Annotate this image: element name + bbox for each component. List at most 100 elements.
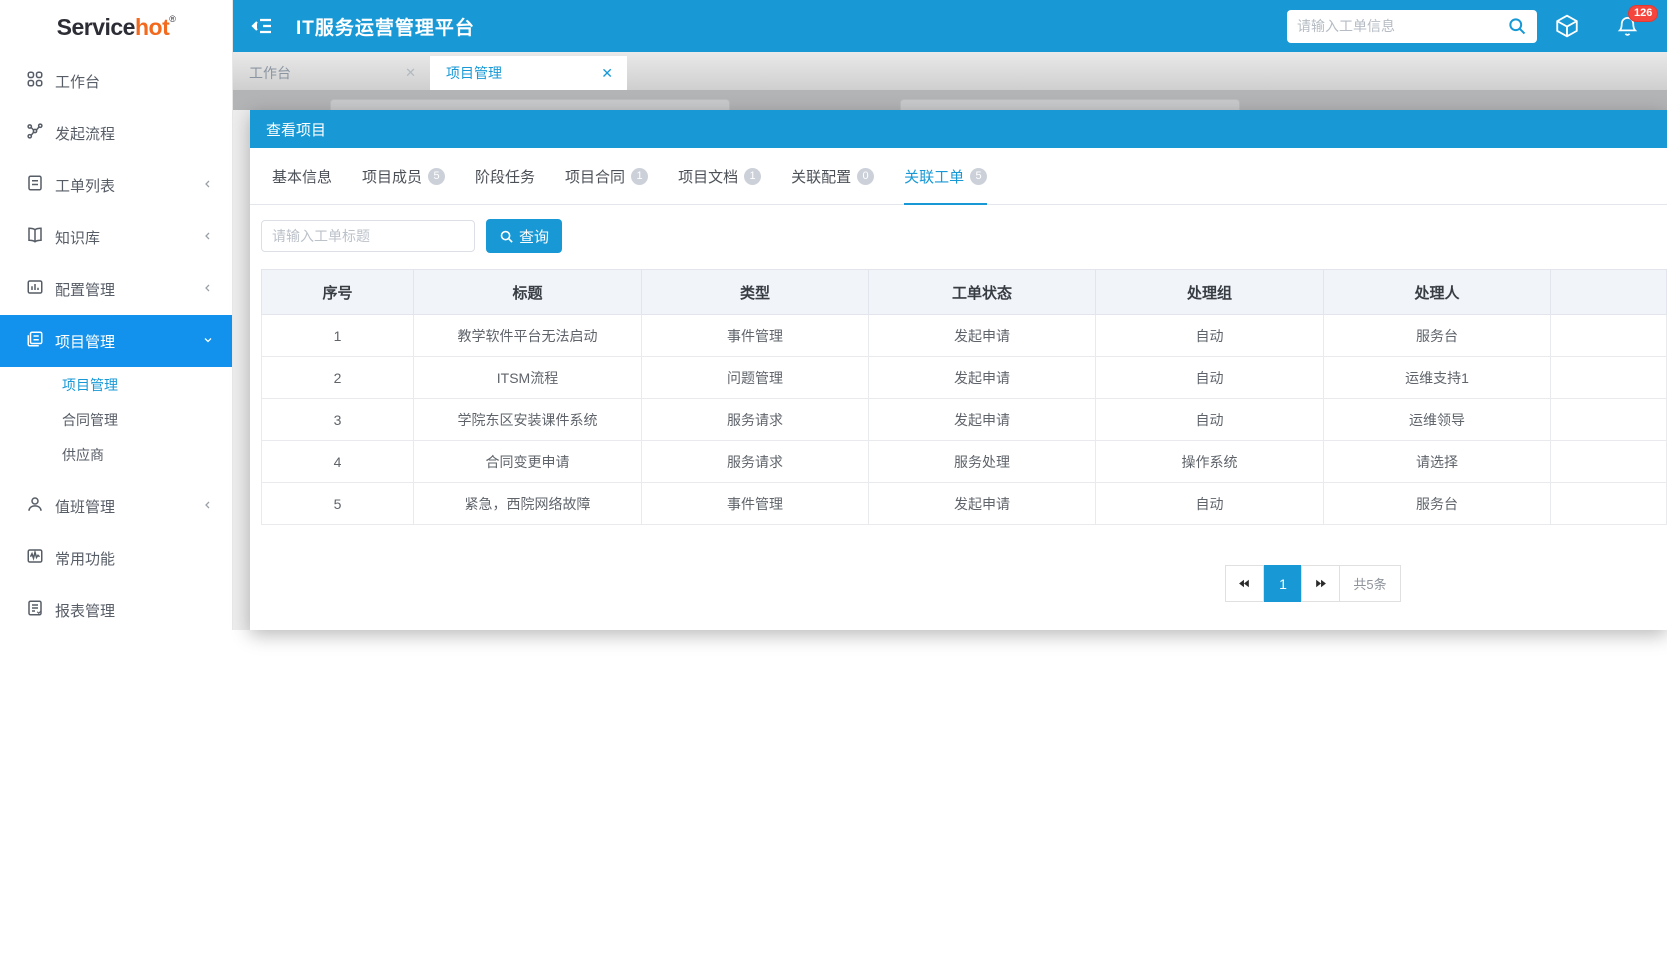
global-search-input[interactable] bbox=[1297, 18, 1507, 34]
cell-handler: 服务台 bbox=[1324, 315, 1551, 357]
sidebar-item-label: 工单列表 bbox=[55, 175, 115, 196]
ticket-title-link[interactable]: ITSM流程 bbox=[414, 357, 642, 399]
tab-related-tickets[interactable]: 关联工单 5 bbox=[904, 148, 987, 204]
tab-label: 项目成员 bbox=[362, 166, 422, 187]
count-badge: 1 bbox=[631, 168, 648, 185]
col-header-status: 工单状态 bbox=[869, 270, 1096, 315]
table-row: 5 紧急，西院网络故障 事件管理 发起申请 自动 服务台 bbox=[262, 483, 1667, 525]
notification-bell[interactable]: 126 bbox=[1616, 15, 1639, 38]
page-tab-label: 项目管理 bbox=[446, 63, 502, 83]
sidebar-item-knowledge-base[interactable]: 知识库 bbox=[0, 211, 232, 263]
cell-handler: 运维领导 bbox=[1324, 399, 1551, 441]
cell-type: 服务请求 bbox=[642, 441, 869, 483]
sidebar-item-duty-management[interactable]: 值班管理 bbox=[0, 480, 232, 532]
chevron-down-icon bbox=[202, 333, 214, 350]
activity-icon bbox=[26, 547, 44, 569]
logo-text-hot: hot bbox=[135, 14, 169, 40]
ticket-title-link[interactable]: 合同变更申请 bbox=[414, 441, 642, 483]
sidebar-item-label: 工作台 bbox=[55, 71, 100, 92]
cell-index: 4 bbox=[262, 441, 414, 483]
close-icon[interactable]: ✕ bbox=[601, 65, 613, 82]
table-row: 3 学院东区安装课件系统 服务请求 发起申请 自动 运维领导 bbox=[262, 399, 1667, 441]
tab-phase-tasks[interactable]: 阶段任务 bbox=[475, 148, 535, 204]
sidebar-subitem-project-management[interactable]: 项目管理 bbox=[0, 367, 232, 402]
sidebar-item-config-management[interactable]: 配置管理 bbox=[0, 263, 232, 315]
double-arrow-right-icon bbox=[1314, 577, 1327, 590]
count-badge: 5 bbox=[428, 168, 445, 185]
cell-group: 自动 bbox=[1096, 399, 1324, 441]
tab-related-config[interactable]: 关联配置 0 bbox=[791, 148, 874, 204]
tab-project-members[interactable]: 项目成员 5 bbox=[362, 148, 445, 204]
ticket-search-row: 查询 bbox=[250, 205, 1667, 253]
cell-index: 2 bbox=[262, 357, 414, 399]
cell-clipped bbox=[1551, 441, 1667, 483]
sidebar-subitem-contract-management[interactable]: 合同管理 bbox=[0, 402, 232, 437]
cell-handler: 请选择 bbox=[1324, 441, 1551, 483]
modal-tabs: 基本信息 项目成员 5 阶段任务 项目合同 1 项目文档 1 关联配置 0 关联… bbox=[250, 148, 1667, 205]
user-icon bbox=[26, 495, 44, 517]
page-tab-project-management[interactable]: 项目管理 ✕ bbox=[430, 56, 627, 90]
flow-icon bbox=[26, 122, 44, 144]
submenu-item-label: 合同管理 bbox=[62, 410, 118, 430]
submenu-item-label: 项目管理 bbox=[62, 375, 118, 395]
tab-label: 关联工单 bbox=[904, 166, 964, 187]
count-badge: 1 bbox=[744, 168, 761, 185]
tab-label: 关联配置 bbox=[791, 166, 851, 187]
cell-handler: 服务台 bbox=[1324, 483, 1551, 525]
cell-handler: 运维支持1 bbox=[1324, 357, 1551, 399]
related-tickets-table: 序号 标题 类型 工单状态 处理组 处理人 1 教学软件平台无法启动 事件管理 … bbox=[261, 269, 1667, 525]
count-badge: 5 bbox=[970, 168, 987, 185]
last-page-button[interactable] bbox=[1301, 565, 1340, 602]
page-number-current[interactable]: 1 bbox=[1264, 565, 1302, 602]
cell-index: 3 bbox=[262, 399, 414, 441]
menu-fold-icon[interactable] bbox=[250, 14, 274, 38]
modal-title: 查看项目 bbox=[266, 119, 326, 140]
sidebar-item-project-management[interactable]: 项目管理 bbox=[0, 315, 232, 367]
pagination: 1 共5条 bbox=[1225, 565, 1401, 602]
sidebar-item-label: 知识库 bbox=[55, 227, 100, 248]
cell-status: 发起申请 bbox=[869, 483, 1096, 525]
col-header-group: 处理组 bbox=[1096, 270, 1324, 315]
tab-project-contracts[interactable]: 项目合同 1 bbox=[565, 148, 648, 204]
sidebar-item-start-process[interactable]: 发起流程 bbox=[0, 107, 232, 159]
close-icon[interactable]: ✕ bbox=[405, 65, 416, 81]
page-tab-workbench[interactable]: 工作台 ✕ bbox=[233, 56, 430, 90]
book-icon bbox=[26, 226, 44, 248]
chevron-left-icon bbox=[202, 498, 214, 515]
chevron-left-icon bbox=[202, 177, 214, 194]
cell-status: 发起申请 bbox=[869, 315, 1096, 357]
grid-icon bbox=[26, 70, 44, 92]
cell-group: 自动 bbox=[1096, 315, 1324, 357]
menu-spacer bbox=[0, 472, 232, 480]
logo-registered-mark: ® bbox=[169, 14, 175, 24]
table-row: 2 ITSM流程 问题管理 发起申请 自动 运维支持1 bbox=[262, 357, 1667, 399]
query-button[interactable]: 查询 bbox=[486, 219, 562, 253]
sidebar-item-report-management[interactable]: 报表管理 bbox=[0, 584, 232, 636]
ticket-title-input[interactable] bbox=[261, 220, 475, 252]
sidebar-item-common-functions[interactable]: 常用功能 bbox=[0, 532, 232, 584]
col-header-clipped bbox=[1551, 270, 1667, 315]
sidebar-item-ticket-list[interactable]: 工单列表 bbox=[0, 159, 232, 211]
project-icon bbox=[26, 330, 44, 352]
search-icon[interactable] bbox=[1507, 16, 1527, 36]
ticket-title-link[interactable]: 紧急，西院网络故障 bbox=[414, 483, 642, 525]
view-project-modal: 查看项目 基本信息 项目成员 5 阶段任务 项目合同 1 项目文档 1 关联配置… bbox=[250, 110, 1667, 630]
first-page-button[interactable] bbox=[1225, 565, 1264, 602]
tab-basic-info[interactable]: 基本信息 bbox=[272, 148, 332, 204]
page-tab-label: 工作台 bbox=[249, 63, 291, 83]
cell-status: 服务处理 bbox=[869, 441, 1096, 483]
global-search-box bbox=[1287, 10, 1537, 43]
sidebar-item-label: 配置管理 bbox=[55, 279, 115, 300]
tab-project-documents[interactable]: 项目文档 1 bbox=[678, 148, 761, 204]
cell-group: 操作系统 bbox=[1096, 441, 1324, 483]
tab-label: 阶段任务 bbox=[475, 166, 535, 187]
ticket-title-link[interactable]: 教学软件平台无法启动 bbox=[414, 315, 642, 357]
cell-group: 自动 bbox=[1096, 357, 1324, 399]
sidebar-subitem-supplier[interactable]: 供应商 bbox=[0, 437, 232, 472]
ticket-title-link[interactable]: 学院东区安装课件系统 bbox=[414, 399, 642, 441]
chevron-left-icon bbox=[202, 229, 214, 246]
sidebar-item-workbench[interactable]: 工作台 bbox=[0, 55, 232, 107]
cube-icon[interactable] bbox=[1554, 13, 1580, 39]
chart-icon bbox=[26, 278, 44, 300]
servicehot-logo: Servicehot® bbox=[0, 0, 232, 55]
